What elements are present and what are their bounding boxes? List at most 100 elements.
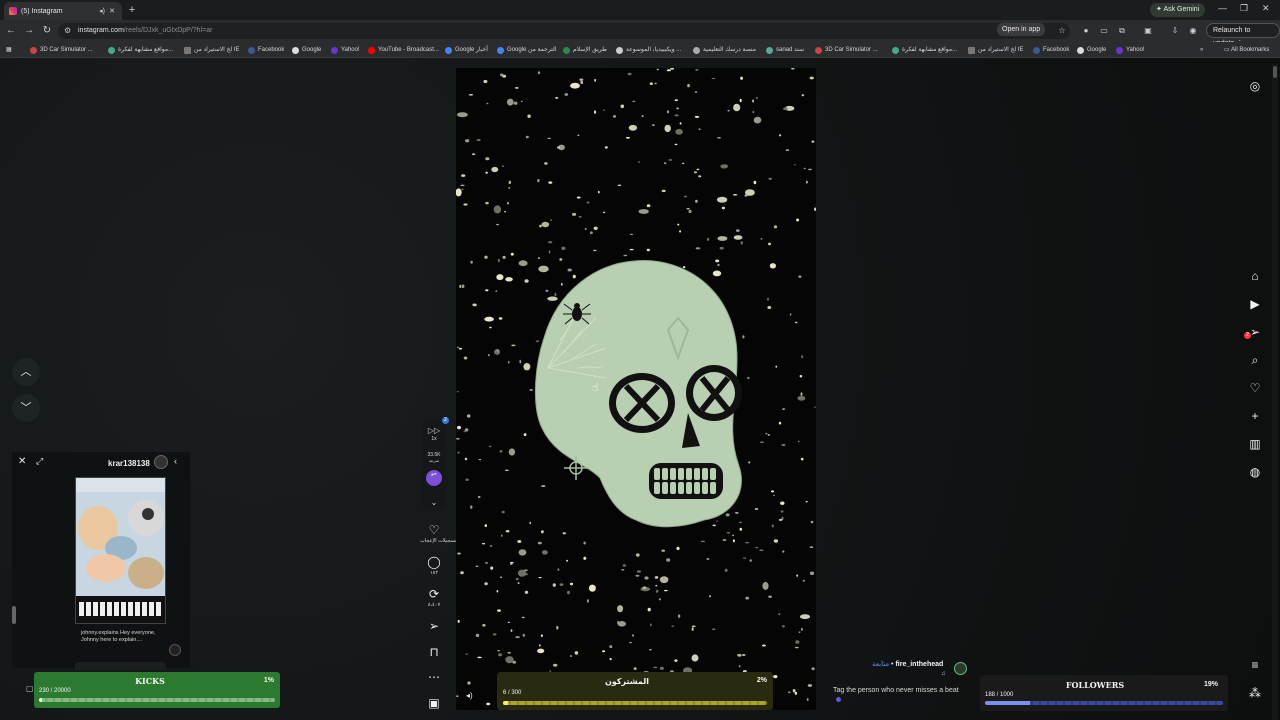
reload-icon[interactable]: ↻ <box>41 25 53 37</box>
confetti-speck <box>778 421 782 425</box>
next-item-preview[interactable] <box>75 662 166 670</box>
bookmark-item[interactable]: Google أخبار <box>445 44 488 56</box>
previous-reel-button[interactable]: ︿ <box>12 358 40 386</box>
confetti-speck <box>716 520 718 522</box>
collapse-icon[interactable]: ⌄ <box>422 498 446 507</box>
confetti-speck <box>457 425 461 430</box>
next-reel-button[interactable]: ﹀ <box>12 394 40 422</box>
subscribers-goal-widget: المشتركون 2% 6 / 300 <box>497 672 773 710</box>
menu-icon[interactable]: ≡ <box>1246 656 1264 674</box>
confetti-speck <box>684 195 687 198</box>
confetti-speck <box>795 640 800 644</box>
relaunch-button[interactable]: Relaunch to update ⋮ <box>1206 23 1280 47</box>
site-info-icon[interactable]: ⚙ <box>64 23 71 39</box>
confetti-speck <box>488 354 490 357</box>
maximize-icon[interactable]: ❐ <box>1240 3 1248 14</box>
page-scrollbar[interactable] <box>1272 64 1278 720</box>
extensions-puzzle-icon[interactable]: ⧉ <box>1117 26 1127 36</box>
confetti-speck <box>501 510 505 514</box>
avatar[interactable] <box>154 455 168 469</box>
new-tab-button[interactable]: + <box>126 4 138 16</box>
bookmark-item[interactable]: منصة درسك التعليمية <box>693 44 756 56</box>
close-window-icon[interactable]: ✕ <box>1262 3 1270 14</box>
reel-video[interactable]: ☝ <box>456 68 816 710</box>
bookmark-item[interactable]: Yahoo! <box>1116 44 1145 56</box>
bookmark-item[interactable]: Google <box>1077 44 1106 56</box>
share-button[interactable]: ➢ <box>420 619 448 633</box>
mini-player-scrollbar[interactable] <box>12 478 16 668</box>
overlay-settings-icon[interactable]: ▢ <box>26 684 34 693</box>
open-in-app-button[interactable]: Open in app <box>997 23 1046 36</box>
bookmark-item[interactable]: مواقع مشابهة لفكرة... <box>892 44 957 56</box>
apps-grid-icon[interactable]: ▦ <box>6 44 12 56</box>
notifications-heart-icon[interactable]: ♡ <box>1246 379 1264 397</box>
confetti-speck <box>507 361 510 364</box>
expand-icon[interactable]: ⤢ <box>36 456 43 467</box>
back-icon[interactable]: ← <box>5 25 17 37</box>
confetti-speck <box>593 226 598 230</box>
skull-artwork <box>456 68 816 710</box>
bookmark-item[interactable]: YouTube - Broadcast... <box>368 44 439 56</box>
minimize-icon[interactable]: — <box>1218 3 1227 13</box>
bookmark-item[interactable]: طريق الإسلام <box>563 44 607 56</box>
speed-toggle-icon[interactable]: ▷▷ <box>422 426 446 435</box>
speaker-icon[interactable]: ◂) <box>97 7 107 15</box>
profile-avatar-icon[interactable]: ◍ <box>1246 463 1264 481</box>
bookmark-item[interactable]: Google الترجمة من <box>497 44 556 56</box>
all-bookmarks-button[interactable]: ▭ All Bookmarks <box>1224 44 1269 56</box>
confetti-speck <box>715 259 720 263</box>
bookmark-item[interactable]: sanad سند <box>766 44 804 56</box>
forward-icon[interactable]: → <box>23 25 35 37</box>
bookmark-item[interactable]: Facebook <box>1033 44 1069 56</box>
avatar[interactable] <box>169 644 181 656</box>
bookmark-item[interactable]: مواقع مشابهة لفكرة... <box>108 44 173 56</box>
author-username[interactable]: fire_inthehead <box>895 661 943 668</box>
volume-icon[interactable]: ◂) <box>466 691 473 700</box>
extension-icon[interactable]: ● <box>1081 26 1091 36</box>
more-options-button[interactable]: ⋯ <box>420 670 448 684</box>
confetti-speck <box>625 136 630 139</box>
profile-avatar-icon[interactable]: ◉ <box>1188 26 1198 36</box>
browser-tab[interactable]: (5) Instagram ◂) ✕ <box>4 2 122 20</box>
audio-thumbnail[interactable]: ▣ <box>420 696 448 710</box>
extension-toggle-button[interactable]: جو <box>426 470 442 486</box>
extension-icon[interactable]: ▭ <box>1099 26 1109 36</box>
downloads-icon[interactable]: ⇩ <box>1170 26 1180 36</box>
bookmark-item[interactable]: 3D Car Simulator ... <box>30 44 93 56</box>
save-button[interactable]: ⊓ <box>420 645 448 659</box>
mini-player-thumbnail[interactable] <box>75 477 166 624</box>
bookmark-item[interactable]: Facebook <box>248 44 284 56</box>
comment-button[interactable]: ◯ ١٨٢ <box>420 555 448 577</box>
bookmark-item[interactable]: Yahoo! <box>331 44 360 56</box>
bookmark-folder[interactable]: لخ الاستيراد من IE <box>968 44 1024 56</box>
mini-player-username[interactable]: krar138138 <box>108 459 150 468</box>
repost-button[interactable]: ⟳ ٨،٤٠٧ <box>420 587 448 609</box>
scrollbar-thumb[interactable] <box>1273 66 1277 78</box>
bookmark-item[interactable]: 3D Car Simulator ... <box>815 44 878 56</box>
home-icon[interactable]: ⌂ <box>1246 267 1264 285</box>
address-bar[interactable]: ⚙ instagram.com/reels/DJxk_uGtxDpP/?hl=a… <box>58 23 1070 39</box>
more-apps-icon[interactable]: ⁂ <box>1246 684 1264 702</box>
reels-icon[interactable]: ▶ <box>1246 295 1264 313</box>
chevron-left-icon[interactable]: ‹ <box>174 456 177 466</box>
confetti-speck <box>696 168 700 171</box>
music-note-icon[interactable]: ♫ <box>941 671 946 677</box>
post-caption: Tag the person who never misses a beat <box>833 687 959 694</box>
search-icon[interactable]: ⌕ <box>1246 351 1264 369</box>
close-icon[interactable]: ✕ <box>18 456 26 467</box>
bookmark-item[interactable]: ويكيبيديا، الموسوعة ... <box>616 44 681 56</box>
create-plus-icon[interactable]: + <box>1246 407 1264 425</box>
bookmark-item[interactable]: Google <box>292 44 321 56</box>
sidepanel-icon[interactable]: ▣ <box>1143 26 1153 36</box>
ask-gemini-button[interactable]: ✦ Ask Gemini <box>1150 3 1206 17</box>
bookmark-folder[interactable]: لخ الاستيراد من IE <box>184 44 240 56</box>
close-tab-icon[interactable]: ✕ <box>107 7 117 15</box>
more-bookmarks-icon[interactable]: » <box>1200 44 1203 56</box>
dashboard-icon[interactable]: ▥ <box>1246 435 1264 453</box>
confetti-speck <box>638 209 649 214</box>
like-button[interactable]: ♡ تسجيلات الإعجاب <box>420 523 456 545</box>
author-avatar[interactable] <box>954 662 967 675</box>
follow-button[interactable]: متابعة <box>872 661 889 668</box>
instagram-logo-icon[interactable]: ◎ <box>1246 77 1264 95</box>
bookmark-star-icon[interactable]: ☆ <box>1057 26 1067 36</box>
